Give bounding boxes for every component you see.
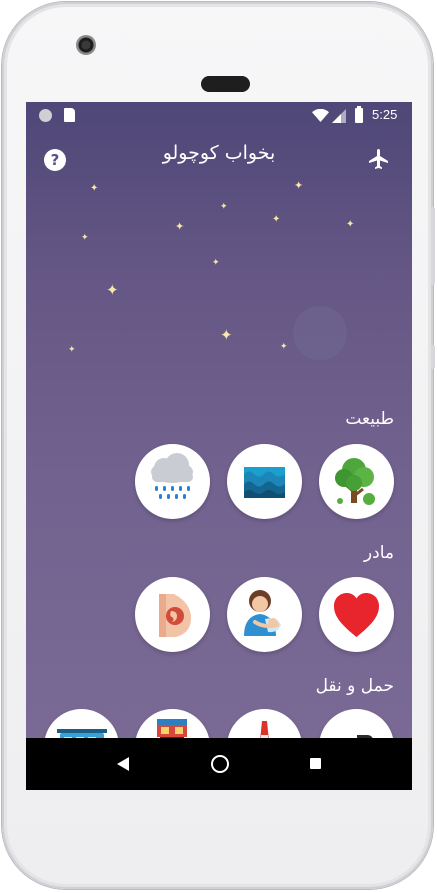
star-icon: ✦	[68, 345, 76, 355]
home-icon[interactable]	[211, 755, 229, 773]
notification-dot-icon	[39, 109, 52, 122]
star-icon: ✦	[280, 342, 288, 352]
heart-icon	[334, 593, 379, 637]
section-title-transport: حمل و نقل	[315, 676, 394, 696]
mother-voice-button[interactable]	[227, 577, 302, 652]
rain-sound-button[interactable]	[135, 444, 210, 519]
moon-icon	[293, 306, 347, 360]
earpiece-speaker	[201, 76, 250, 92]
front-camera	[76, 35, 96, 55]
star-icon: ✦	[90, 183, 99, 194]
mother-baby-icon	[244, 590, 281, 636]
section-title-mother: مادر	[363, 543, 394, 563]
back-icon[interactable]	[117, 757, 129, 771]
star-icon: ✦	[81, 233, 89, 243]
navigation-bar	[26, 738, 412, 790]
star-icon: ✦	[212, 258, 220, 268]
forest-sound-button[interactable]	[319, 444, 394, 519]
cloud-rain-icon	[151, 453, 193, 499]
power-button	[431, 207, 435, 285]
star-icon: ✦	[220, 326, 233, 344]
phone-frame: 5:25 ? بخواب کوچولو ✦ ✦ ✦ ✦ ✦ ✦ ✦ ✦ ✦ ✦ …	[2, 2, 435, 889]
wifi-icon	[312, 109, 329, 122]
signal-icon	[332, 109, 346, 123]
airplane-mode-icon[interactable]	[367, 147, 391, 171]
water-sound-button[interactable]	[227, 444, 302, 519]
app-title: بخواب کوچولو	[162, 142, 276, 164]
water-waves-icon	[244, 467, 285, 498]
volume-button	[431, 345, 435, 369]
tree-icon	[335, 458, 375, 505]
section-title-nature: طبیعت	[345, 409, 394, 429]
sd-card-icon	[64, 108, 75, 122]
star-icon: ✦	[175, 220, 185, 233]
recents-icon[interactable]	[310, 758, 321, 769]
battery-icon	[355, 106, 363, 123]
star-icon: ✦	[220, 202, 228, 212]
heartbeat-sound-button[interactable]	[319, 577, 394, 652]
star-icon: ✦	[346, 219, 355, 230]
star-icon: ✦	[106, 281, 119, 299]
app-screen: 5:25 ? بخواب کوچولو ✦ ✦ ✦ ✦ ✦ ✦ ✦ ✦ ✦ ✦ …	[26, 102, 412, 790]
clock-time: 5:25	[372, 107, 398, 122]
status-bar: 5:25	[26, 102, 412, 130]
star-icon: ✦	[294, 179, 304, 192]
star-icon: ✦	[272, 214, 281, 225]
help-button[interactable]: ?	[44, 149, 66, 171]
pregnant-belly-icon	[159, 594, 191, 637]
womb-sound-button[interactable]	[135, 577, 210, 652]
